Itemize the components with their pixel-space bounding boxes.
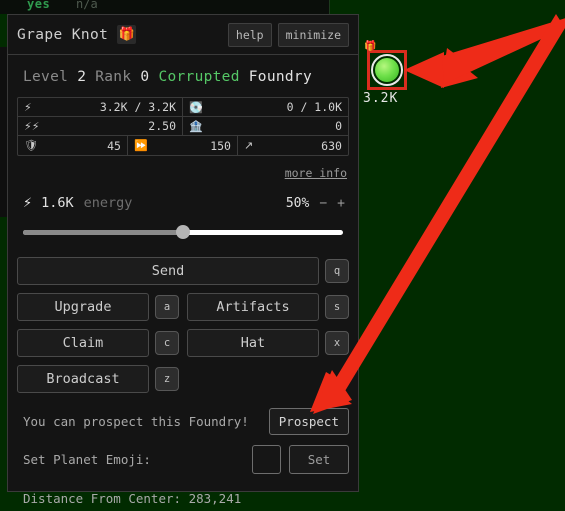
key-hint-claim[interactable]: c: [155, 331, 179, 355]
planet-selection-box: [367, 50, 407, 90]
range-icon: ↗: [243, 139, 254, 152]
prospect-actions: Prospect: [268, 407, 349, 435]
energy-increase-button[interactable]: +: [337, 196, 345, 211]
table-row: 🛡 45 ⏩ 150 ↗ 630: [18, 136, 348, 155]
speed-icon: ⏩: [133, 139, 148, 152]
stat-value: 0: [335, 119, 342, 133]
prospect-message: You can prospect this Foundry!: [23, 413, 249, 429]
energy-bolt-icon: ⚡: [24, 100, 32, 114]
top-hud-strip: yes n/a: [0, 0, 330, 14]
claim-button[interactable]: Claim: [17, 329, 149, 357]
stat-value: 45: [107, 138, 121, 153]
stat-cell-range: ↗ 630: [238, 136, 348, 155]
stat-value: 2.50: [148, 119, 176, 133]
emoji-input[interactable]: [252, 445, 281, 474]
stat-cell-defense: 🛡 45: [18, 136, 128, 155]
planet-detail-panel: Grape Knot 🎁 help minimize Level 2 Rank …: [7, 14, 359, 506]
minimize-button[interactable]: minimize: [277, 22, 349, 47]
planet-subtitle: Level 2 Rank 0 Corrupted Foundry: [17, 55, 349, 97]
planet-type: Foundry: [248, 69, 312, 85]
defense-icon: 🛡: [24, 139, 38, 152]
gift-icon: 🎁: [364, 41, 377, 52]
energy-percent: 50%: [285, 195, 310, 211]
key-hint-hat[interactable]: x: [325, 331, 349, 355]
button-row-broadcast: Broadcast z: [17, 365, 349, 393]
more-info-wrap: more info: [17, 160, 349, 181]
hud-na-text: n/a: [76, 0, 98, 11]
prospect-row: You can prospect this Foundry! Prospect: [17, 407, 349, 435]
emoji-actions: Set: [252, 445, 349, 474]
stat-value: 3.2K / 3.2K: [99, 100, 176, 114]
more-info-link[interactable]: more info: [285, 166, 347, 180]
stat-cell-energy-growth: ⚡⚡ 2.50: [18, 117, 183, 135]
level-label: Level: [23, 69, 69, 85]
page-title: Grape Knot: [17, 26, 109, 43]
energy-controls: 50% − +: [286, 196, 345, 211]
stat-cell-bank: 🏦 0: [183, 117, 348, 135]
button-row-upgrade-artifacts: Upgrade a Artifacts s: [17, 293, 349, 321]
hat-button[interactable]: Hat: [187, 329, 319, 357]
slider-thumb[interactable]: [176, 225, 190, 239]
panel-header: Grape Knot 🎁 help minimize: [8, 15, 358, 55]
table-row: ⚡ 3.2K / 3.2K 💽 0 / 1.0K: [18, 98, 348, 117]
energy-label: energy: [83, 195, 133, 211]
key-hint-send[interactable]: q: [325, 259, 349, 283]
prospect-button[interactable]: Prospect: [268, 407, 349, 435]
energy-amount: 1.6K: [41, 195, 74, 211]
emoji-row: Set Planet Emoji: Set: [17, 445, 349, 474]
artifacts-button[interactable]: Artifacts: [187, 293, 319, 321]
slider-fill: [23, 230, 183, 235]
planet-energy-label: 3.2K: [363, 91, 399, 106]
stat-value: 630: [321, 138, 342, 153]
bank-icon: 🏦: [189, 119, 203, 133]
set-button[interactable]: Set: [289, 445, 349, 474]
rank-label: Rank: [95, 69, 132, 85]
stats-table: ⚡ 3.2K / 3.2K 💽 0 / 1.0K ⚡⚡ 2.50 🏦 0 🛡 4…: [17, 97, 349, 156]
button-row-send: Send q: [17, 257, 349, 285]
energy-decrease-button[interactable]: −: [319, 196, 327, 211]
silver-icon: 💽: [189, 100, 203, 114]
rank-value: 0: [140, 69, 150, 85]
stat-value: 0 / 1.0K: [286, 100, 342, 114]
screen-root: yes n/a Grape Knot 🎁 help minimize Level…: [0, 0, 565, 511]
panel-body: Level 2 Rank 0 Corrupted Foundry ⚡ 3.2K …: [8, 55, 358, 511]
stat-cell-speed: ⏩ 150: [128, 136, 238, 155]
action-buttons: Send q Upgrade a Artifacts s Claim c Hat…: [17, 257, 349, 393]
table-row: ⚡⚡ 2.50 🏦 0: [18, 117, 348, 136]
level-value: 2: [77, 69, 87, 85]
upgrade-button[interactable]: Upgrade: [17, 293, 149, 321]
key-hint-artifacts[interactable]: s: [325, 295, 349, 319]
planet-modifier: Corrupted: [158, 69, 240, 85]
set-planet-emoji-label: Set Planet Emoji:: [23, 452, 151, 467]
distance-from-center: Distance From Center: 283,241: [23, 490, 242, 506]
send-button[interactable]: Send: [17, 257, 319, 285]
key-hint-upgrade[interactable]: a: [155, 295, 179, 319]
hud-yes-text: yes: [27, 0, 51, 11]
button-row-claim-hat: Claim c Hat x: [17, 329, 349, 357]
gift-icon: 🎁: [117, 25, 137, 44]
help-button[interactable]: help: [227, 22, 272, 47]
energy-bolt-icon: ⚡: [23, 195, 33, 211]
key-hint-broadcast[interactable]: z: [155, 367, 179, 391]
panel-footer: You can prospect this Foundry! Prospect …: [17, 407, 349, 511]
energy-slider[interactable]: [23, 225, 343, 239]
energy-row: ⚡ 1.6K energy 50% − +: [17, 181, 349, 211]
distance-row: Distance From Center: 283,241: [17, 484, 349, 511]
energy-regen-icon: ⚡⚡: [24, 119, 40, 133]
broadcast-button[interactable]: Broadcast: [17, 365, 149, 393]
selected-planet[interactable]: 🎁: [364, 42, 407, 90]
stat-value: 150: [210, 138, 231, 153]
stat-cell-energy: ⚡ 3.2K / 3.2K: [18, 98, 183, 116]
stat-cell-silver: 💽 0 / 1.0K: [183, 98, 348, 116]
